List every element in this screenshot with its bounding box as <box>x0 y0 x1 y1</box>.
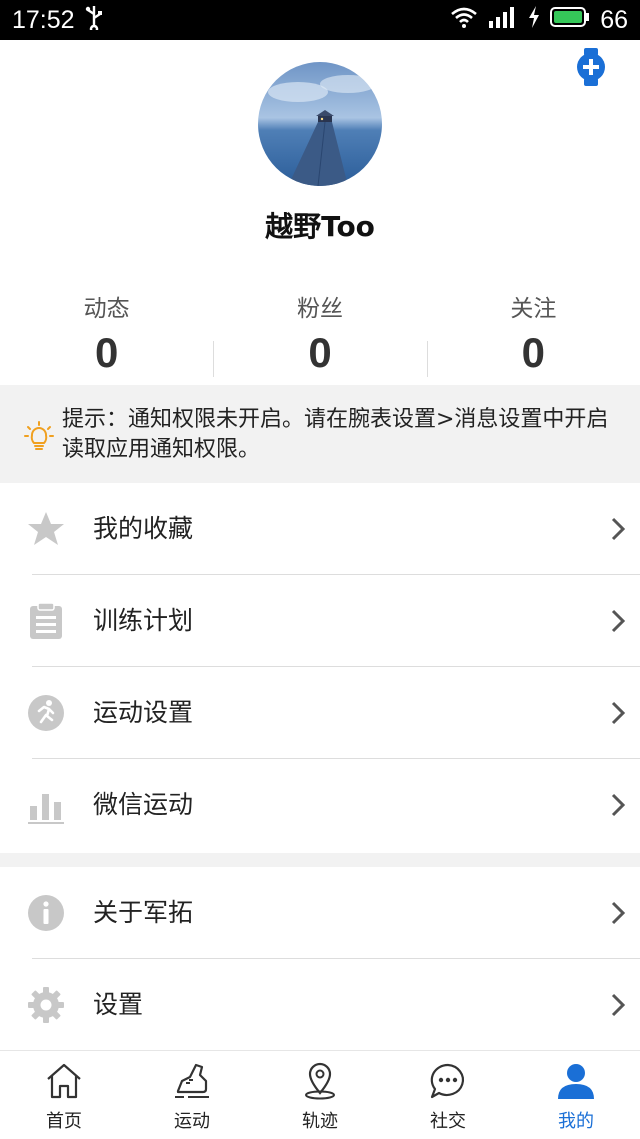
stat-value: 0 <box>94 329 119 376</box>
wifi-icon <box>450 6 478 34</box>
menu-item-label: 设置 <box>93 990 144 1019</box>
stat-value: 0 <box>521 329 545 376</box>
runner-icon <box>27 694 65 732</box>
section-gap <box>0 853 640 867</box>
notification-tip: 提示：通知权限未开启。请在腕表设置>消息设置中开启读取应用通知权限。 <box>0 385 640 483</box>
menu-item-label: 关于军拓 <box>93 898 194 927</box>
stats-row: 动态 0 粉丝 0 关注 0 <box>0 285 640 385</box>
stat-posts[interactable]: 动态 0 <box>0 285 213 385</box>
stat-followers[interactable]: 粉丝 0 <box>213 285 426 385</box>
menu-group-secondary: 关于军拓 设置 <box>0 867 640 1051</box>
clipboard-icon <box>27 602 65 640</box>
chevron-right-icon <box>610 792 626 818</box>
menu-item-label: 运动设置 <box>93 698 194 727</box>
charging-icon <box>528 6 540 34</box>
user-icon <box>556 1061 596 1101</box>
status-time: 17:52 <box>12 5 75 34</box>
menu-item-sport-settings[interactable]: 运动设置 <box>0 667 640 759</box>
info-icon <box>27 894 65 932</box>
tab-sport[interactable]: 运动 <box>128 1051 256 1139</box>
menu-item-label: 微信运动 <box>93 790 194 819</box>
star-icon <box>27 510 65 548</box>
menu-item-settings[interactable]: 设置 <box>0 959 640 1051</box>
chevron-right-icon <box>610 700 626 726</box>
menu-item-training-plan[interactable]: 训练计划 <box>0 575 640 667</box>
tab-home[interactable]: 首页 <box>0 1051 128 1139</box>
menu-item-label: 训练计划 <box>93 606 194 635</box>
stat-label: 关注 <box>510 296 557 322</box>
gear-icon <box>27 986 65 1024</box>
signal-icon <box>488 6 518 34</box>
home-icon <box>44 1061 84 1101</box>
tab-mine[interactable]: 我的 <box>512 1051 640 1139</box>
tab-track[interactable]: 轨迹 <box>256 1051 384 1139</box>
profile-header: 越野Too 动态 0 粉丝 0 关注 0 <box>0 40 640 385</box>
shoe-icon <box>172 1061 212 1101</box>
tab-social[interactable]: 社交 <box>384 1051 512 1139</box>
username: 越野Too <box>265 210 375 243</box>
stat-following[interactable]: 关注 0 <box>426 285 640 385</box>
battery-level: 66 <box>600 5 628 34</box>
add-watch-icon[interactable] <box>576 48 606 86</box>
menu-item-about[interactable]: 关于军拓 <box>0 867 640 959</box>
chevron-right-icon <box>610 608 626 634</box>
menu-group-main: 我的收藏 训练计划 运动设置 微信运动 <box>0 483 640 851</box>
chevron-right-icon <box>610 900 626 926</box>
menu-item-wechat-sport[interactable]: 微信运动 <box>0 759 640 851</box>
battery-icon <box>550 6 590 34</box>
tab-label: 轨迹 <box>302 1111 338 1132</box>
location-pin-icon <box>300 1061 340 1101</box>
menu-item-label: 我的收藏 <box>93 514 194 543</box>
tab-label: 运动 <box>174 1111 210 1132</box>
chevron-right-icon <box>610 992 626 1018</box>
tab-label: 社交 <box>430 1111 466 1132</box>
tab-label: 首页 <box>46 1111 82 1132</box>
tab-label: 我的 <box>558 1111 594 1132</box>
stat-label: 动态 <box>83 296 130 322</box>
avatar[interactable] <box>258 62 382 186</box>
status-bar: 17:52 66 <box>0 0 640 40</box>
chat-bubble-icon <box>428 1061 468 1101</box>
bar-chart-icon <box>27 786 65 824</box>
stat-label: 粉丝 <box>296 296 343 322</box>
bottom-tab-bar: 首页 运动 轨迹 社交 我的 <box>0 1050 640 1139</box>
chevron-right-icon <box>610 516 626 542</box>
stat-value: 0 <box>308 329 332 376</box>
menu-item-favorites[interactable]: 我的收藏 <box>0 483 640 575</box>
tip-text: 提示：通知权限未开启。请在腕表设置>消息设置中开启读取应用通知权限。 <box>62 407 609 462</box>
usb-icon <box>85 4 103 36</box>
lightbulb-icon <box>24 421 54 453</box>
